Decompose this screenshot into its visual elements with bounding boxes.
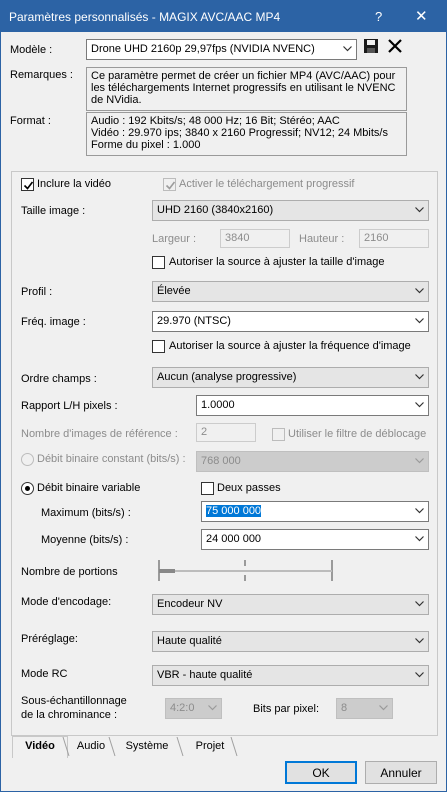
slices-label: Nombre de portions <box>21 566 118 578</box>
include-video-label: Inclure la vidéo <box>37 178 111 190</box>
model-value: Drone UHD 2160p 29,97fps (NVIDIA NVENC) <box>91 43 315 55</box>
include-video-checkbox[interactable] <box>21 178 34 191</box>
profile-select[interactable]: Élevée <box>152 281 429 302</box>
avg-bitrate-value: 24 000 000 <box>206 533 262 545</box>
cancel-button[interactable]: Annuler <box>365 761 437 784</box>
allow-resize-checkbox[interactable] <box>152 256 165 269</box>
tab-separators <box>62 737 238 757</box>
bits-per-pixel-label: Bits par pixel: <box>253 703 320 715</box>
allow-resize-label: Autoriser la source à ajuster la taille … <box>169 256 385 268</box>
chevron-down-icon <box>415 288 424 296</box>
profile-value: Élevée <box>157 285 191 297</box>
deblocking-label: Utiliser le filtre de déblocage <box>288 428 427 440</box>
field-order-value: Aucun (analyse progressive) <box>157 371 297 383</box>
rc-mode-select[interactable]: VBR - haute qualité <box>152 665 429 686</box>
vbr-radio[interactable] <box>21 482 34 495</box>
rc-mode-label: Mode RC <box>21 668 68 680</box>
chevron-down-icon <box>415 508 424 516</box>
encode-mode-label: Mode d'encodage: <box>21 596 112 608</box>
deblocking-checkbox[interactable] <box>272 428 285 441</box>
slices-slider[interactable] <box>156 559 336 583</box>
delete-icon[interactable] <box>387 38 403 54</box>
frame-rate-select[interactable]: 29.970 (NTSC) <box>152 311 429 332</box>
title-bar: Paramètres personnalisés - MAGIX AVC/AAC… <box>1 1 446 32</box>
allow-frame-rate-label: Autoriser la source à ajuster la fréquen… <box>169 340 411 352</box>
chroma-value: 4:2:0 <box>170 702 195 714</box>
avg-bitrate-select[interactable]: 24 000 000 <box>201 529 429 550</box>
frame-rate-label: Fréq. image : <box>21 316 86 328</box>
remarks-text: Ce paramètre permet de créer un fichier … <box>86 67 407 111</box>
bits-per-pixel-value: 8 <box>341 702 348 714</box>
allow-frame-rate-checkbox[interactable] <box>152 340 165 353</box>
image-size-value: UHD 2160 (3840x2160) <box>157 204 274 216</box>
chroma-label-line1: Sous-échantillonnage <box>21 695 127 707</box>
avg-bitrate-label: Moyenne (bits/s) : <box>41 534 129 546</box>
format-text: Audio : 192 Kbits/s; 48 000 Hz; 16 Bit; … <box>86 112 407 156</box>
profile-label: Profil : <box>21 286 53 298</box>
chroma-select[interactable]: 4:2:0 <box>165 698 222 719</box>
chevron-down-icon <box>415 536 424 544</box>
height-label: Hauteur : <box>299 233 345 245</box>
settings-dialog: Paramètres personnalisés - MAGIX AVC/AAC… <box>0 0 447 792</box>
image-size-select[interactable]: UHD 2160 (3840x2160) <box>152 200 429 221</box>
two-pass-label: Deux passes <box>217 482 281 494</box>
chevron-down-icon <box>379 705 388 713</box>
bits-per-pixel-select[interactable]: 8 <box>336 698 393 719</box>
encode-mode-value: Encodeur NV <box>157 598 223 610</box>
chevron-down-icon <box>415 374 424 382</box>
window-title: Paramètres personnalisés - MAGIX AVC/AAC… <box>9 10 281 24</box>
save-icon[interactable] <box>363 38 379 54</box>
width-label: Largeur : <box>152 233 197 245</box>
rc-mode-value: VBR - haute qualité <box>157 669 253 681</box>
preset-label: Préréglage: <box>21 633 78 645</box>
close-button[interactable]: ✕ <box>415 7 428 25</box>
tab-video[interactable]: Vidéo <box>12 736 68 758</box>
preset-value: Haute qualité <box>157 635 222 647</box>
preset-select[interactable]: Haute qualité <box>152 631 429 652</box>
cbr-label: Débit binaire constant (bits/s) : <box>37 453 186 465</box>
ok-button[interactable]: OK <box>285 761 357 784</box>
field-order-label: Ordre champs : <box>21 373 97 385</box>
ref-frames-label: Nombre d'images de référence : <box>21 428 178 440</box>
field-order-select[interactable]: Aucun (analyse progressive) <box>152 367 429 388</box>
height-input[interactable]: 2160 <box>359 229 429 248</box>
chevron-down-icon <box>415 458 424 466</box>
image-size-label: Taille image : <box>21 205 86 217</box>
chevron-down-icon <box>415 318 424 326</box>
chevron-down-icon <box>415 402 424 410</box>
pixel-aspect-label: Rapport L/H pixels : <box>21 400 118 412</box>
chroma-label-line2: de la chrominance : <box>21 709 117 721</box>
cbr-radio[interactable] <box>21 453 34 466</box>
max-bitrate-value: 75 000 000 <box>206 505 262 517</box>
max-bitrate-label: Maximum (bits/s) : <box>41 507 131 519</box>
ref-frames-input[interactable]: 2 <box>196 423 256 442</box>
width-input[interactable]: 3840 <box>220 229 290 248</box>
chevron-down-icon <box>343 46 352 54</box>
tab-video-label: Vidéo <box>25 740 55 752</box>
chevron-down-icon <box>208 705 217 713</box>
max-bitrate-select[interactable]: 75 000 000 <box>201 501 429 522</box>
chevron-down-icon <box>415 207 424 215</box>
chevron-down-icon <box>415 672 424 680</box>
chevron-down-icon <box>415 638 424 646</box>
vbr-label: Débit binaire variable <box>37 482 141 494</box>
chevron-down-icon <box>415 601 424 609</box>
cbr-select[interactable]: 768 000 <box>196 451 429 472</box>
remarks-label: Remarques : <box>10 69 73 81</box>
pixel-aspect-value: 1.0000 <box>201 399 235 411</box>
format-label: Format : <box>10 115 51 127</box>
progressive-download-label: Activer le téléchargement progressif <box>179 178 355 190</box>
encode-mode-select[interactable]: Encodeur NV <box>152 594 429 615</box>
progressive-download-checkbox[interactable] <box>163 178 176 191</box>
model-label: Modèle : <box>10 44 53 56</box>
cbr-value: 768 000 <box>201 455 241 467</box>
frame-rate-value: 29.970 (NTSC) <box>157 315 231 327</box>
model-select[interactable]: Drone UHD 2160p 29,97fps (NVIDIA NVENC) <box>86 39 357 60</box>
help-button[interactable]: ? <box>375 9 382 24</box>
pixel-aspect-select[interactable]: 1.0000 <box>196 395 429 416</box>
two-pass-checkbox[interactable] <box>201 482 214 495</box>
